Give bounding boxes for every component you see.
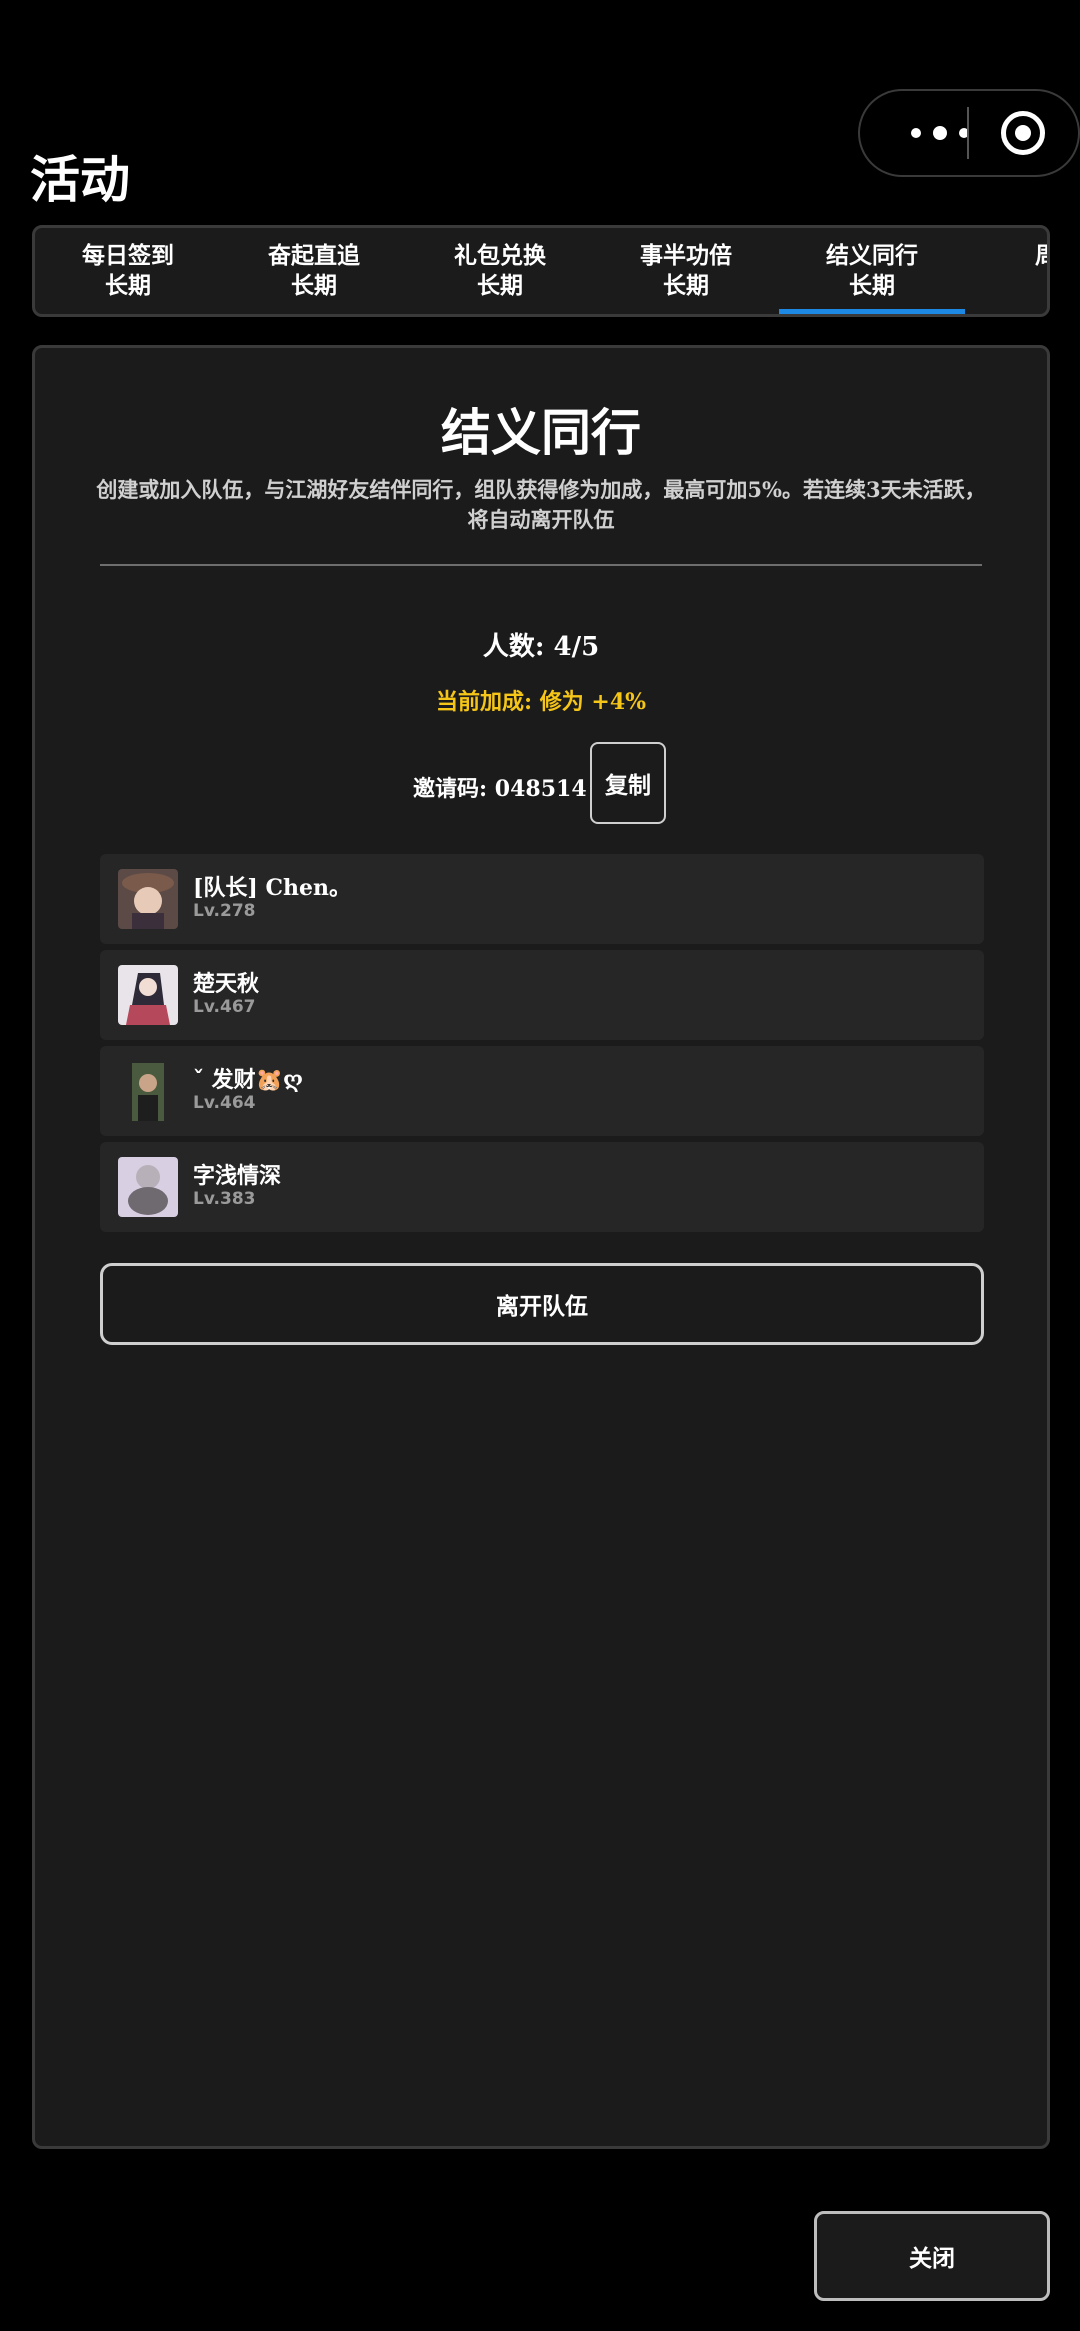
tab-gift-redeem[interactable]: 礼包兑换 长期 <box>407 228 593 314</box>
mini-program-capsule <box>858 89 1080 177</box>
invite-code: 邀请码: 048514 <box>413 776 587 802</box>
member-count: 人数: 4/5 <box>482 632 600 662</box>
tab-label: 奋起直追 <box>268 242 360 269</box>
close-program-icon[interactable] <box>1001 111 1045 155</box>
divider <box>100 564 982 566</box>
tab-sub: 长 <box>1047 271 1048 301</box>
tab-label: 周常 <box>1035 241 1047 271</box>
panel-description: 创建或加入队伍，与江湖好友结伴同行，组队获得修为加成，最高可加5%。若连续3天未… <box>96 477 986 532</box>
tab-sub: 长期 <box>105 272 151 299</box>
avatar <box>118 869 178 929</box>
member-name: 楚天秋 <box>193 971 260 997</box>
tab-sub: 长期 <box>291 272 337 299</box>
tab-daily-checkin[interactable]: 每日签到 长期 <box>35 228 221 314</box>
leave-team-button[interactable]: 离开队伍 <box>100 1263 984 1345</box>
tab-active-indicator <box>779 309 965 314</box>
close-button[interactable]: 关闭 <box>814 2211 1050 2301</box>
tab-label: 结义同行 <box>826 242 918 269</box>
tab-catch-up[interactable]: 奋起直追 长期 <box>221 228 407 314</box>
tab-weekly[interactable]: 周常 长 <box>965 228 1048 314</box>
member-level: Lv.278 <box>193 901 256 921</box>
member-level: Lv.383 <box>193 1189 256 1209</box>
tab-double-effect[interactable]: 事半功倍 长期 <box>593 228 779 314</box>
capsule-divider <box>967 107 969 159</box>
activity-tabs: 每日签到 长期 奋起直追 长期 礼包兑换 长期 事半功倍 长期 结义同行 长期 … <box>32 225 1050 317</box>
tab-label: 每日签到 <box>82 242 174 269</box>
panel-title: 结义同行 <box>441 403 641 462</box>
team-panel: 结义同行 创建或加入队伍，与江湖好友结伴同行，组队获得修为加成，最高可加5%。若… <box>32 345 1050 2149</box>
tab-sub: 长期 <box>477 272 523 299</box>
list-item[interactable]: 楚天秋 Lv.467 <box>100 950 984 1040</box>
copy-button[interactable]: 复制 <box>590 742 666 824</box>
tab-label: 事半功倍 <box>640 242 732 269</box>
avatar <box>118 1157 178 1217</box>
member-list: [队长] Chen。 Lv.278 楚天秋 Lv.467 ˇ 发财🐹ღ Lv.4… <box>100 854 984 1238</box>
avatar <box>118 965 178 1025</box>
member-name: ˇ 发财🐹ღ <box>193 1067 304 1093</box>
tab-sub: 长期 <box>849 272 895 299</box>
member-name: [队长] Chen。 <box>193 875 351 901</box>
list-item[interactable]: [队长] Chen。 Lv.278 <box>100 854 984 944</box>
member-level: Lv.464 <box>193 1093 256 1113</box>
current-bonus: 当前加成: 修为 +4% <box>435 689 647 715</box>
page-title: 活动 <box>30 150 130 209</box>
avatar <box>118 1061 178 1121</box>
tab-label: 礼包兑换 <box>454 242 546 269</box>
tab-sub: 长期 <box>663 272 709 299</box>
tab-sworn-team[interactable]: 结义同行 长期 <box>779 228 965 314</box>
list-item[interactable]: ˇ 发财🐹ღ Lv.464 <box>100 1046 984 1136</box>
list-item[interactable]: 字浅情深 Lv.383 <box>100 1142 984 1232</box>
member-level: Lv.467 <box>193 997 256 1017</box>
member-name: 字浅情深 <box>193 1163 282 1189</box>
more-icon[interactable] <box>890 91 990 175</box>
